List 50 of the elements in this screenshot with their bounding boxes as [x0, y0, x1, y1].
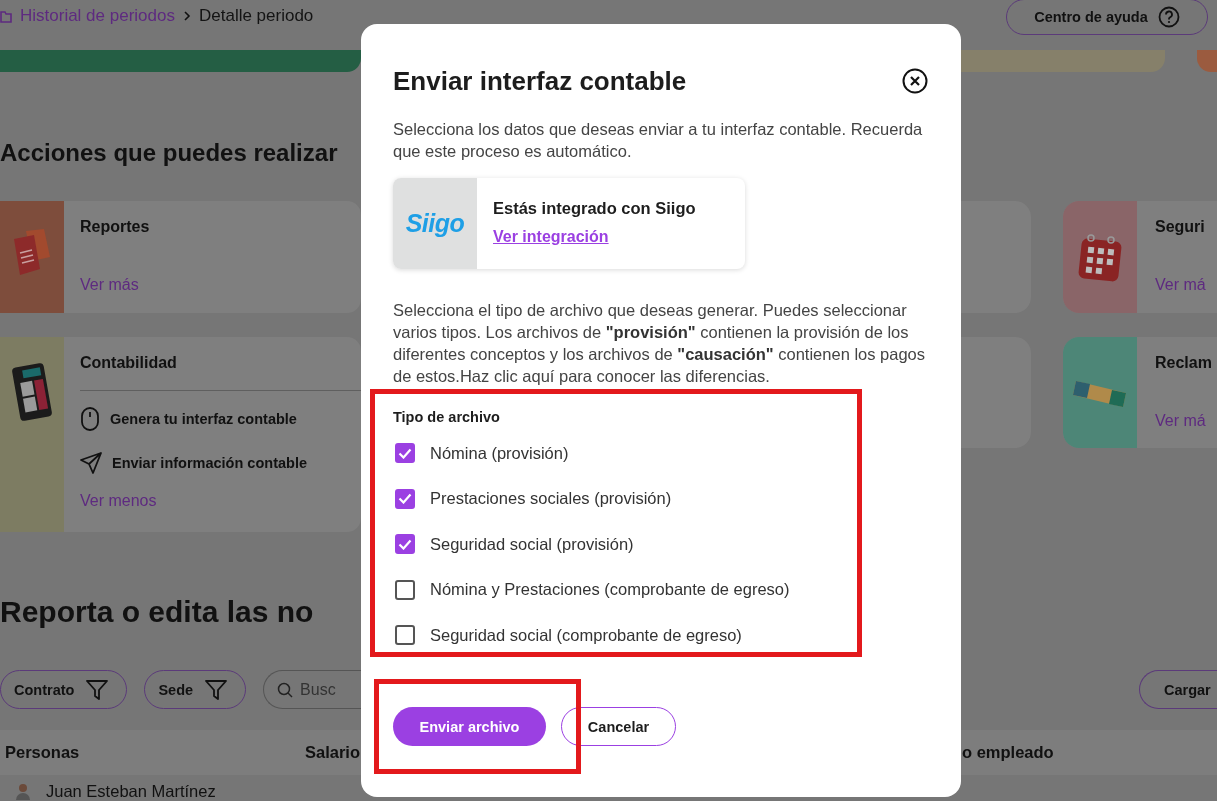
- menu-item-label: Genera tu interfaz contable: [110, 411, 297, 427]
- see-more-link[interactable]: Ver má: [1155, 411, 1217, 431]
- card-title: Reportes: [80, 217, 151, 237]
- card-title: Contabilidad: [80, 353, 178, 373]
- breadcrumb-current: Detalle periodo: [198, 6, 314, 26]
- see-more-link[interactable]: Ver má: [1155, 275, 1217, 295]
- integration-link[interactable]: Ver integración: [493, 227, 696, 248]
- search-field[interactable]: Busc: [263, 670, 361, 709]
- checkbox-label: Nómina (provisión): [430, 443, 569, 463]
- checkbox[interactable]: [395, 534, 415, 555]
- card-title: Seguri: [1155, 217, 1206, 237]
- card-title: Reclam: [1155, 353, 1213, 373]
- chevron-right-icon: [182, 10, 191, 22]
- folder-icon: [0, 9, 12, 23]
- modal-description: Selecciona los datos que deseas enviar a tu interfaz contable. Recuerda que este proceso es automático.: [393, 119, 923, 162]
- question-icon: [1157, 6, 1180, 28]
- checkbox[interactable]: [395, 488, 415, 509]
- column-header: Salario: [305, 743, 361, 762]
- column-header: Personas: [5, 743, 81, 762]
- close-button[interactable]: [902, 68, 928, 94]
- integration-title: Estás integrado con Siigo: [493, 198, 696, 219]
- instructions-text: Selecciona el tipo de archivo que deseas generar. Puedes seleccionar varios tipos. Los archivos de "provisión" contienen la provisión de los diferentes conceptos y los archivos de "causación" contienen los pagos de estos.Haz clic aquí para conocer las diferencias.: [393, 300, 927, 387]
- filter-icon: [86, 678, 109, 701]
- search-icon: [277, 682, 294, 698]
- cancel-button[interactable]: Cancelar: [561, 707, 676, 747]
- calendar-icon: [1076, 232, 1124, 282]
- section-label: Tipo de archivo: [393, 408, 501, 428]
- checkbox-label: Nómina y Prestaciones (comprobante de egreso): [430, 580, 790, 600]
- person-name: Juan Esteban Martínez: [46, 781, 216, 801]
- checkbox-label: Prestaciones sociales (provisión): [430, 489, 672, 509]
- checkbox[interactable]: [395, 579, 415, 600]
- section-heading: Acciones que puedes realizar: [0, 138, 339, 168]
- checkbox[interactable]: [395, 625, 415, 646]
- documents-icon: [12, 227, 52, 277]
- column-header: o empleado: [962, 743, 1054, 762]
- section-heading: Reporta o edita las no: [0, 594, 315, 630]
- see-more-link[interactable]: Ver menos: [80, 491, 361, 511]
- checkbox-label: Seguridad social (comprobante de egreso): [430, 625, 742, 645]
- filter-icon: [205, 678, 228, 701]
- logo: Siigo: [405, 209, 465, 239]
- send-icon: [80, 452, 102, 474]
- see-more-link[interactable]: Ver más: [80, 275, 361, 295]
- avatar-icon: [14, 782, 32, 800]
- checkbox[interactable]: [395, 443, 415, 464]
- menu-item-label: Enviar información contable: [112, 455, 307, 471]
- mouse-icon: [80, 407, 100, 431]
- send-button[interactable]: Enviar archivo: [393, 707, 546, 747]
- checkbox-label: Seguridad social (provisión): [430, 534, 634, 554]
- modal-title: Enviar interfaz contable: [393, 65, 687, 97]
- breadcrumb-link[interactable]: Historial de periodos: [20, 6, 175, 26]
